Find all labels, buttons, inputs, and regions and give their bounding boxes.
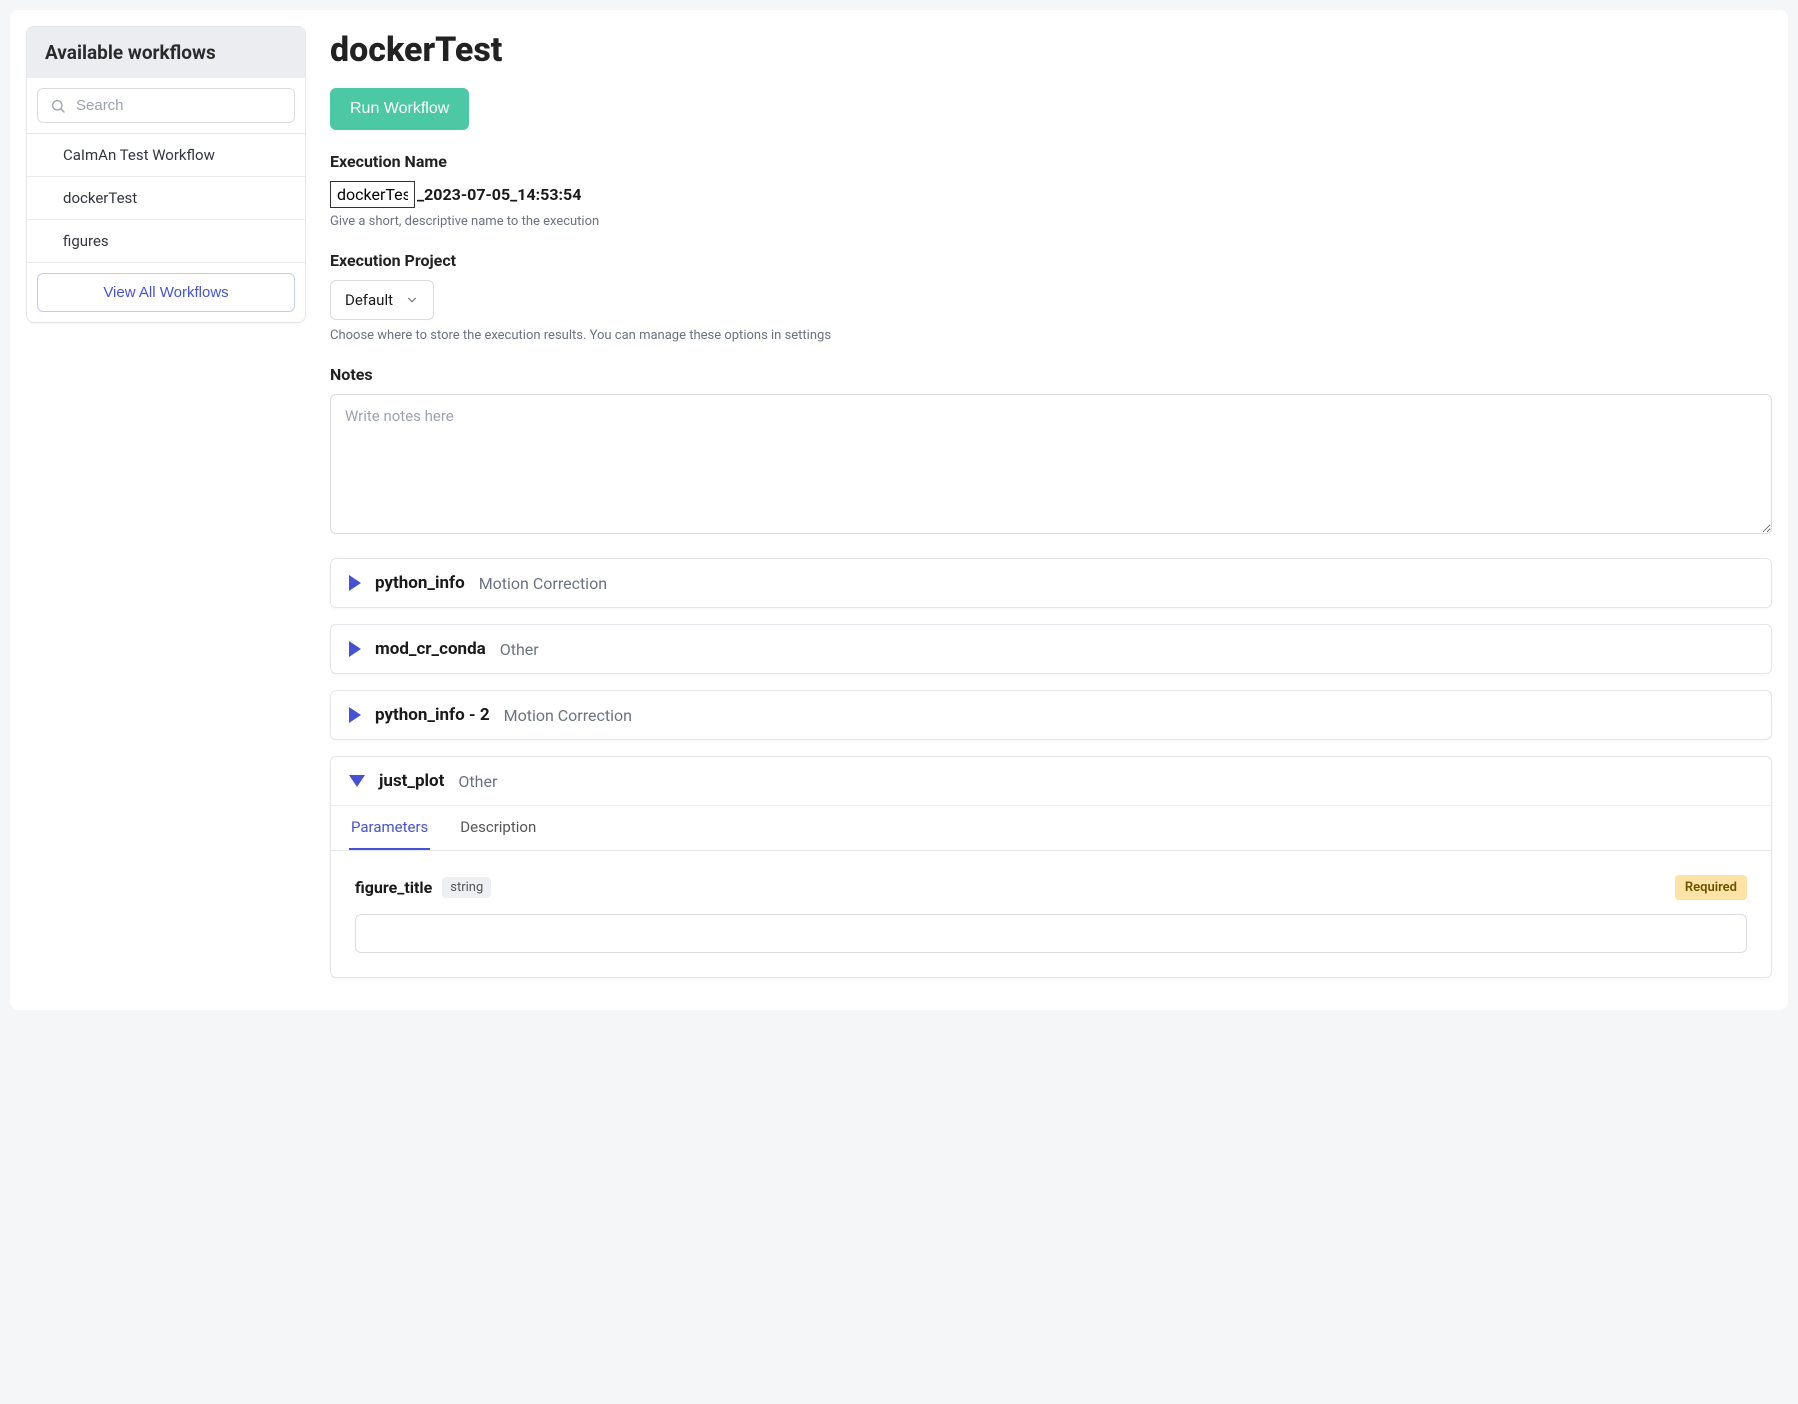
- step-python-info-2: python_info - 2 Motion Correction: [330, 690, 1772, 740]
- execution-project-section: Execution Project Default Choose where t…: [330, 251, 1772, 343]
- app-container: Available workflows CaImAn Test Workflow…: [10, 10, 1788, 1010]
- required-badge: Required: [1675, 875, 1747, 900]
- search-box[interactable]: [37, 88, 295, 123]
- step-header[interactable]: python_info Motion Correction: [331, 559, 1771, 607]
- execution-name-section: Execution Name _2023-07-05_14:53:54 Give…: [330, 152, 1772, 229]
- step-tag: Motion Correction: [479, 574, 607, 593]
- step-tabs: Parameters Description: [331, 806, 1771, 851]
- notes-section: Notes: [330, 365, 1772, 558]
- figure-title-input[interactable]: [355, 914, 1747, 953]
- execution-project-label: Execution Project: [330, 251, 1772, 270]
- step-header[interactable]: just_plot Other: [331, 757, 1771, 806]
- notes-label: Notes: [330, 365, 1772, 384]
- step-name: python_info - 2: [375, 705, 490, 725]
- search-wrap: [27, 78, 305, 134]
- sidebar-item-figures[interactable]: figures: [27, 220, 305, 263]
- sidebar-item-dockertest[interactable]: dockerTest: [27, 177, 305, 220]
- param-left: figure_title string: [355, 877, 491, 898]
- step-name: just_plot: [379, 771, 444, 791]
- step-tag: Other: [500, 640, 539, 659]
- param-row: figure_title string Required: [355, 875, 1747, 900]
- expand-right-icon: [349, 575, 361, 591]
- workflow-list: CaImAn Test Workflow dockerTest figures: [27, 134, 305, 263]
- search-icon: [50, 98, 66, 114]
- execution-project-value: Default: [345, 291, 393, 309]
- execution-name-row: _2023-07-05_14:53:54: [330, 181, 1772, 208]
- execution-name-input[interactable]: [330, 181, 415, 208]
- view-all-wrap: View All Workflows: [27, 263, 305, 322]
- sidebar: Available workflows CaImAn Test Workflow…: [26, 26, 306, 994]
- execution-project-helper: Choose where to store the execution resu…: [330, 328, 1772, 343]
- step-python-info: python_info Motion Correction: [330, 558, 1772, 608]
- param-name: figure_title: [355, 878, 432, 897]
- view-all-button[interactable]: View All Workflows: [37, 273, 295, 312]
- search-input[interactable]: [76, 97, 282, 114]
- step-mod-cr-conda: mod_cr_conda Other: [330, 624, 1772, 674]
- tab-description[interactable]: Description: [458, 806, 538, 850]
- run-workflow-button[interactable]: Run Workflow: [330, 88, 469, 130]
- step-just-plot: just_plot Other Parameters Description f…: [330, 756, 1772, 978]
- expand-right-icon: [349, 707, 361, 723]
- chevron-down-icon: [405, 293, 419, 307]
- step-tag: Other: [458, 772, 497, 791]
- step-header[interactable]: mod_cr_conda Other: [331, 625, 1771, 673]
- type-badge: string: [442, 877, 491, 898]
- param-body: figure_title string Required: [331, 851, 1771, 977]
- page-title: dockerTest: [330, 30, 1772, 70]
- notes-textarea[interactable]: [330, 394, 1772, 534]
- execution-name-helper: Give a short, descriptive name to the ex…: [330, 214, 1772, 229]
- step-tag: Motion Correction: [504, 706, 632, 725]
- tab-parameters[interactable]: Parameters: [349, 806, 430, 850]
- sidebar-item-caiman[interactable]: CaImAn Test Workflow: [27, 134, 305, 177]
- expand-down-icon: [349, 775, 365, 787]
- execution-name-suffix: _2023-07-05_14:53:54: [417, 185, 581, 204]
- sidebar-card: Available workflows CaImAn Test Workflow…: [26, 26, 306, 323]
- execution-name-label: Execution Name: [330, 152, 1772, 171]
- execution-project-select[interactable]: Default: [330, 280, 434, 320]
- step-header[interactable]: python_info - 2 Motion Correction: [331, 691, 1771, 739]
- main-content: dockerTest Run Workflow Execution Name _…: [330, 26, 1772, 994]
- expand-right-icon: [349, 641, 361, 657]
- sidebar-title: Available workflows: [27, 27, 305, 78]
- step-name: mod_cr_conda: [375, 639, 486, 659]
- step-name: python_info: [375, 573, 465, 593]
